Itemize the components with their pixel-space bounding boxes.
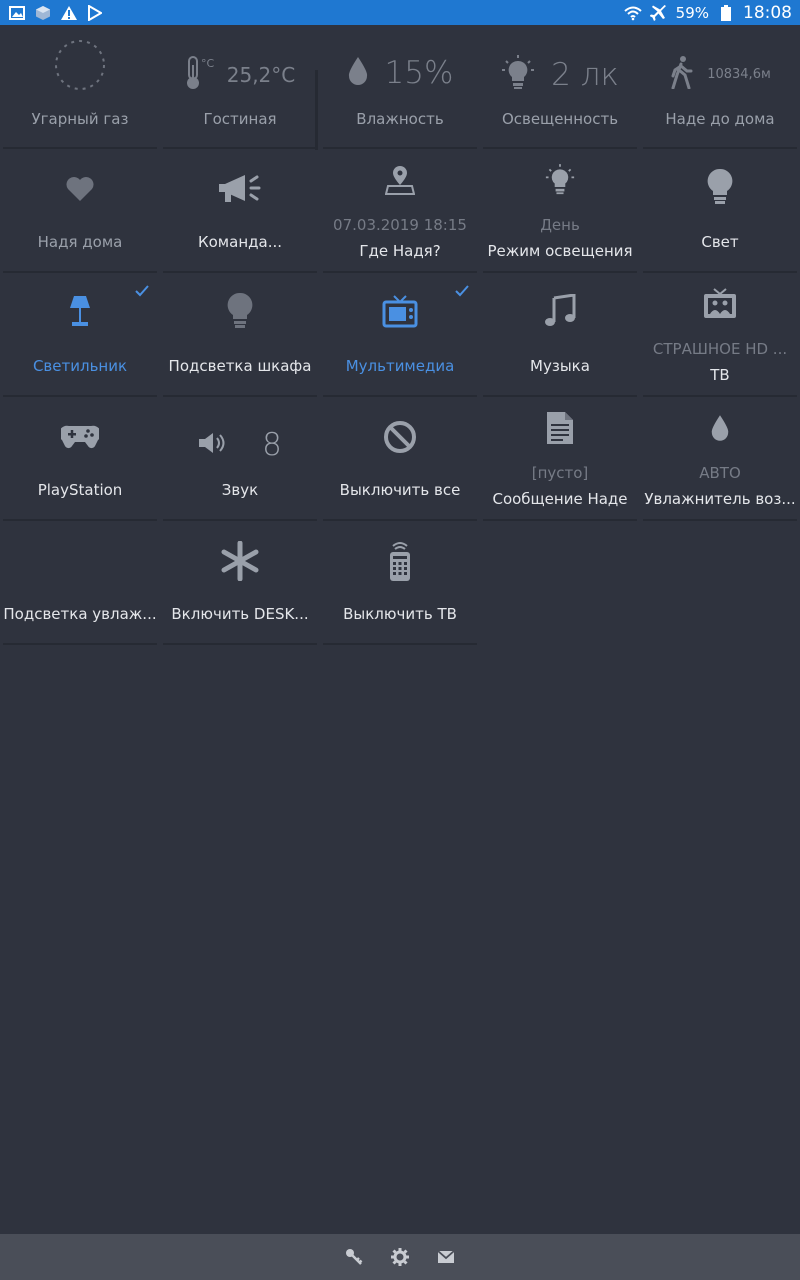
tile-label: Освещенность — [501, 110, 619, 128]
tile-label: Включить DESK... — [171, 605, 309, 623]
tile-label: ТВ — [710, 366, 730, 384]
loading-ring-icon — [0, 37, 160, 93]
tile-label: Светильник — [32, 357, 128, 375]
tile-label: Надя дома — [37, 233, 123, 251]
tile-humidifier-light[interactable]: Подсветка увлаж... — [0, 521, 160, 645]
volume-value: 8 — [262, 427, 282, 463]
bottom-bar — [0, 1234, 800, 1280]
status-bar-right: 59% 18:08 — [623, 0, 792, 25]
tv-icon — [320, 283, 480, 339]
distance-value: 10834,6м — [707, 66, 771, 82]
tile-sound[interactable]: 8 Звук — [160, 397, 320, 521]
tile-label: Мультимедиа — [345, 357, 455, 375]
tile-label: Подсветка шкафа — [168, 357, 312, 375]
tile-command[interactable]: Команда... — [160, 149, 320, 273]
tile-label: Наде до дома — [665, 110, 775, 128]
airplane-icon — [649, 4, 668, 22]
tile-where-nadya[interactable]: 07.03.2019 18:15 Где Надя? — [320, 149, 480, 273]
divider — [315, 70, 318, 150]
heart-icon — [0, 161, 160, 217]
tile-wardrobe-light[interactable]: Подсветка шкафа — [160, 273, 320, 397]
block-icon — [320, 409, 480, 465]
tile-turn-off-all[interactable]: Выключить все — [320, 397, 480, 521]
tile-label: PlayStation — [37, 481, 123, 499]
tile-label: Угарный газ — [31, 110, 129, 128]
humidity-value: 15% — [384, 55, 454, 91]
walking-icon — [669, 55, 693, 93]
tile-label: Где Надя? — [359, 242, 441, 260]
clock: 18:08 — [743, 2, 792, 23]
megaphone-icon — [160, 161, 320, 217]
thermometer-icon: °C — [185, 55, 215, 95]
tile-turn-off-tv[interactable]: Выключить ТВ — [320, 521, 480, 645]
battery-icon — [717, 4, 735, 22]
tile-sub: СТРАШНОЕ HD ... — [652, 340, 788, 358]
gear-icon[interactable] — [391, 1248, 409, 1266]
temperature-value: 25,2°C — [226, 63, 296, 87]
tile-label: Музыка — [530, 357, 590, 375]
tile-sub: АВТО — [699, 464, 741, 482]
tile-playstation[interactable]: PlayStation — [0, 397, 160, 521]
tile-label: Увлажнитель воз... — [644, 490, 796, 508]
drop-icon — [640, 405, 800, 451]
map-pin-icon — [320, 155, 480, 205]
tile-humidifier[interactable]: АВТО Увлажнитель воз... — [640, 397, 800, 521]
tile-carbon-monoxide[interactable]: Угарный газ — [0, 25, 160, 149]
music-note-icon — [480, 283, 640, 339]
tile-label: Звук — [221, 481, 259, 499]
gamepad-icon — [0, 409, 160, 465]
lamp-icon — [0, 283, 160, 339]
drop-icon — [347, 56, 369, 90]
tile-light[interactable]: Свет — [640, 149, 800, 273]
status-bar-left — [8, 0, 104, 25]
tile-label: Гостиная — [203, 110, 277, 128]
tile-label: Команда... — [197, 233, 282, 251]
document-icon — [480, 403, 640, 453]
tile-light-mode[interactable]: День Режим освещения — [480, 149, 640, 273]
tile-message-nadya[interactable]: [пусто] Сообщение Наде — [480, 397, 640, 521]
key-icon[interactable] — [345, 1248, 363, 1266]
tile-sub: [пусто] — [531, 464, 589, 482]
tile-tv[interactable]: СТРАШНОЕ HD ... ТВ — [640, 273, 800, 397]
tile-label: Подсветка увлаж... — [3, 605, 157, 623]
tile-music[interactable]: Музыка — [480, 273, 640, 397]
tile-distance-home[interactable]: 10834,6м Наде до дома — [640, 25, 800, 149]
speaker-icon — [198, 432, 228, 458]
tile-label: Сообщение Наде — [492, 490, 628, 508]
tile-humidity[interactable]: 15% Влажность — [320, 25, 480, 149]
bulb-rays-icon — [480, 155, 640, 205]
warning-icon — [60, 4, 78, 22]
tile-lamp[interactable]: Светильник — [0, 273, 160, 397]
battery-percent: 59% — [675, 3, 709, 22]
tile-sub: 07.03.2019 18:15 — [333, 216, 467, 234]
illuminance-value: 2 лк — [551, 57, 619, 93]
image-icon — [8, 4, 26, 22]
play-store-icon — [86, 4, 104, 22]
tile-turn-on-desk[interactable]: Включить DESK... — [160, 521, 320, 645]
tile-label: Выключить ТВ — [343, 605, 457, 623]
tile-sub: День — [540, 216, 580, 234]
tile-illuminance[interactable]: 2 лк Освещенность — [480, 25, 640, 149]
tile-label: Влажность — [356, 110, 444, 128]
tile-label: Свет — [701, 233, 739, 251]
remote-control-icon — [320, 533, 480, 589]
mail-icon[interactable] — [437, 1248, 455, 1266]
bulb-icon — [160, 283, 320, 339]
bulb-icon — [640, 159, 800, 215]
tile-multimedia[interactable]: Мультимедиа — [320, 273, 480, 397]
cube-icon — [34, 4, 52, 22]
tile-label: Режим освещения — [487, 242, 633, 260]
wifi-icon — [623, 4, 642, 22]
tv-icon — [640, 279, 800, 329]
moon-icon — [0, 533, 160, 589]
tile-nadya-home[interactable]: Надя дома — [0, 149, 160, 273]
bulb-rays-icon — [501, 55, 535, 95]
status-bar: 59% 18:08 — [0, 0, 800, 25]
svg-text:°C: °C — [201, 57, 215, 70]
tile-label: Выключить все — [339, 481, 461, 499]
tile-living-room-temp[interactable]: °C 25,2°C Гостиная — [160, 25, 320, 149]
asterisk-icon — [160, 533, 320, 589]
